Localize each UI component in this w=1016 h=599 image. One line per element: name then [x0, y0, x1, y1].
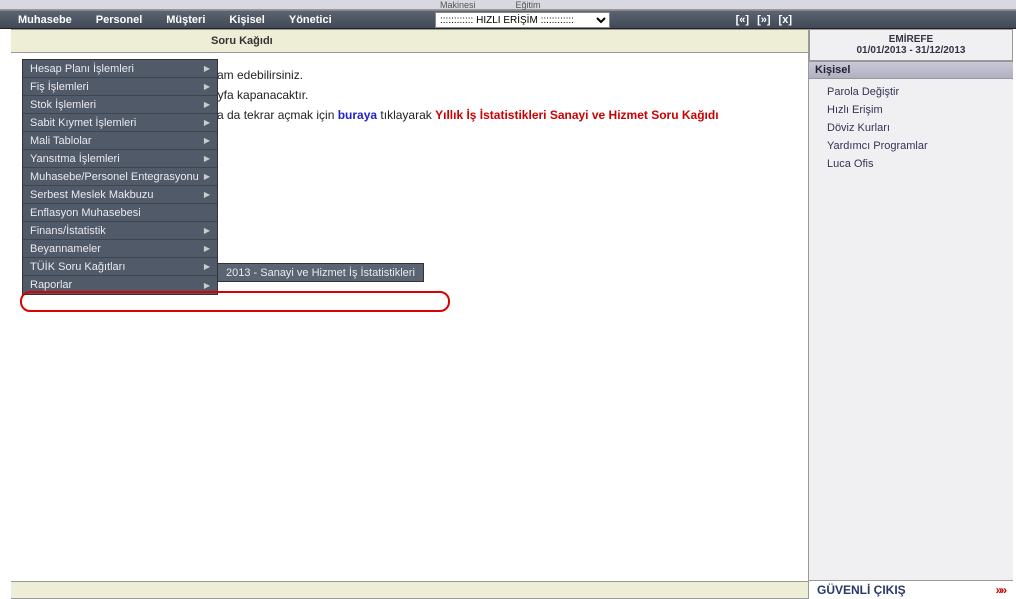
- body-line: ya da tekrar açmak için buraya tıklayara…: [211, 105, 796, 125]
- sidebar-item-parola[interactable]: Parola Değiştir: [827, 83, 1013, 101]
- chevron-right-icon: ▶: [204, 262, 210, 271]
- open-again-link[interactable]: buraya: [338, 108, 377, 122]
- dd-item-stok[interactable]: Stok İşlemleri ▶: [23, 96, 217, 114]
- dd-item-hesap-plani[interactable]: Hesap Planı İşlemleri ▶: [23, 60, 217, 78]
- chevron-right-icon: ▶: [204, 82, 210, 91]
- dd-item-tuik[interactable]: TÜİK Soru Kağıtları ▶: [23, 258, 217, 276]
- dd-label: Sabit Kıymet İşlemleri: [30, 117, 136, 129]
- chevron-right-icon: ▶: [204, 281, 210, 290]
- dd-label: Finans/İstatistik: [30, 225, 106, 237]
- dd-label: Hesap Planı İşlemleri: [30, 63, 134, 75]
- nav-back-button[interactable]: [«]: [736, 14, 749, 26]
- quick-access-select[interactable]: :::::::::::: HIZLI ERİŞİM ::::::::::::: [435, 12, 610, 28]
- chevron-right-icon: ▶: [204, 244, 210, 253]
- chevron-right-icon: ▶: [204, 64, 210, 73]
- body-text: tıklayarak: [377, 108, 435, 122]
- dd-label: Serbest Meslek Makbuzu: [30, 189, 154, 201]
- tuik-submenu: 2013 - Sanayi ve Hizmet İş İstatistikler…: [217, 263, 424, 282]
- menu-muhasebe[interactable]: Muhasebe: [0, 11, 84, 28]
- menu-kisisel[interactable]: Kişisel: [217, 11, 276, 28]
- fragment-label: Eğitim: [516, 0, 541, 9]
- right-panel: EMİREFE 01/01/2013 - 31/12/2013 Kişisel …: [808, 29, 1013, 599]
- dd-item-entegrasyon[interactable]: Muhasebe/Personel Entegrasyonu ▶: [23, 168, 217, 186]
- logout-label: GÜVENLİ ÇIKIŞ: [817, 583, 906, 597]
- menu-musteri[interactable]: Müşteri: [154, 11, 217, 28]
- sidebar-section-kisisel[interactable]: Kişisel: [809, 61, 1013, 79]
- nav-forward-button[interactable]: [»]: [757, 14, 770, 26]
- sidebar-item-luca-ofis[interactable]: Luca Ofis: [827, 155, 1013, 173]
- sidebar-item-doviz[interactable]: Döviz Kurları: [827, 119, 1013, 137]
- dd-label: Stok İşlemleri: [30, 99, 96, 111]
- sidebar-item-yardimci[interactable]: Yardımcı Programlar: [827, 137, 1013, 155]
- chevron-right-icon: ▶: [204, 154, 210, 163]
- dd-item-smm[interactable]: Serbest Meslek Makbuzu ▶: [23, 186, 217, 204]
- nav-close-button[interactable]: [x]: [779, 14, 792, 26]
- fragment-label: Makinesi: [440, 0, 476, 9]
- chevron-right-icon: ▶: [204, 190, 210, 199]
- dd-label: Beyannameler: [30, 243, 101, 255]
- dd-item-raporlar[interactable]: Raporlar ▶: [23, 276, 217, 294]
- chevron-right-icon: »»: [996, 583, 1005, 597]
- menu-yonetici[interactable]: Yönetici: [277, 11, 344, 28]
- page-title: Soru Kağıdı: [11, 29, 808, 53]
- muhasebe-dropdown: Hesap Planı İşlemleri ▶ Fiş İşlemleri ▶ St…: [22, 59, 218, 295]
- fiscal-period: 01/01/2013 - 31/12/2013: [814, 45, 1008, 56]
- submenu-item-2013-sanayi[interactable]: 2013 - Sanayi ve Hizmet İş İstatistikler…: [218, 264, 423, 281]
- left-rail: [0, 29, 11, 599]
- sidebar-item-hizli-erisim[interactable]: Hızlı Erişim: [827, 101, 1013, 119]
- nav-buttons: [«] [»] [x]: [736, 11, 800, 28]
- dd-label: Enflasyon Muhasebesi: [30, 207, 141, 219]
- main-area: Soru Kağıdı vam edebilirsiniz. ayfa kapa…: [11, 29, 808, 599]
- chevron-right-icon: ▶: [204, 172, 210, 181]
- dd-item-sabit-kiymet[interactable]: Sabit Kıymet İşlemleri ▶: [23, 114, 217, 132]
- dd-label: Raporlar: [30, 279, 72, 291]
- body-line: vam edebilirsiniz.: [211, 65, 796, 85]
- dd-item-yansitma[interactable]: Yansıtma İşlemleri ▶: [23, 150, 217, 168]
- dd-item-finans[interactable]: Finans/İstatistik ▶: [23, 222, 217, 240]
- main-menubar: Muhasebe Personel Müşteri Kişisel Yöneti…: [0, 10, 1016, 29]
- page-title-text: Soru Kağıdı: [211, 35, 273, 47]
- sidebar-items: Parola Değiştir Hızlı Erişim Döviz Kurla…: [809, 79, 1013, 177]
- dd-label: Muhasebe/Personel Entegrasyonu: [30, 171, 199, 183]
- form-title-highlight: Yıllık İş İstatistikleri Sanayi ve Hizme…: [435, 108, 718, 122]
- dd-label: Fiş İşlemleri: [30, 81, 89, 93]
- chevron-right-icon: ▶: [204, 118, 210, 127]
- company-info-box: EMİREFE 01/01/2013 - 31/12/2013: [809, 29, 1013, 61]
- chevron-right-icon: ▶: [204, 136, 210, 145]
- dd-item-fis[interactable]: Fiş İşlemleri ▶: [23, 78, 217, 96]
- top-toolbar-fragments: Makinesi Eğitim: [0, 0, 1016, 10]
- company-name: EMİREFE: [814, 34, 1008, 45]
- dd-item-beyannameler[interactable]: Beyannameler ▶: [23, 240, 217, 258]
- content-footer-bar: [11, 581, 808, 599]
- menu-personel[interactable]: Personel: [84, 11, 154, 28]
- dd-label: TÜİK Soru Kağıtları: [30, 261, 125, 273]
- logout-button[interactable]: GÜVENLİ ÇIKIŞ »»: [809, 580, 1013, 599]
- dd-item-mali-tablolar[interactable]: Mali Tablolar ▶: [23, 132, 217, 150]
- dd-label: Mali Tablolar: [30, 135, 92, 147]
- dd-item-enflasyon[interactable]: Enflasyon Muhasebesi: [23, 204, 217, 222]
- chevron-right-icon: ▶: [204, 226, 210, 235]
- dd-label: Yansıtma İşlemleri: [30, 153, 120, 165]
- body-text: ya da tekrar açmak için: [211, 108, 338, 122]
- quick-access-wrapper: :::::::::::: HIZLI ERİŞİM ::::::::::::: [435, 12, 610, 28]
- body-line: ayfa kapanacaktır.: [211, 85, 796, 105]
- chevron-right-icon: ▶: [204, 100, 210, 109]
